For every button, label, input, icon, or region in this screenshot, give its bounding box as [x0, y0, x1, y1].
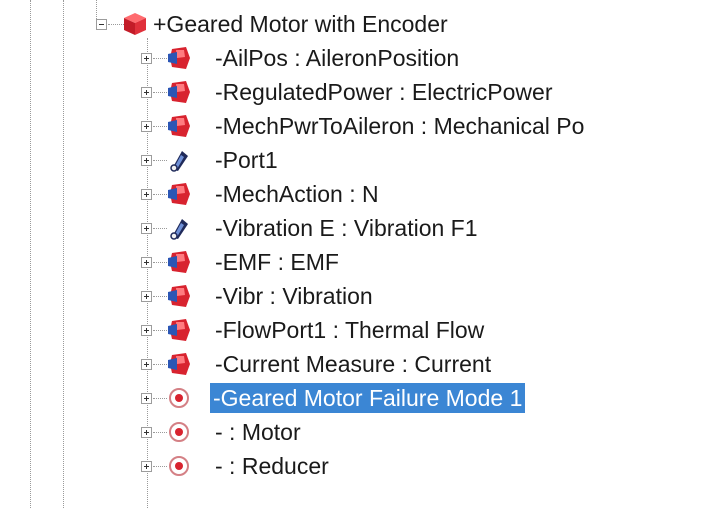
red-block-icon — [168, 285, 190, 307]
tree-connector — [153, 432, 167, 433]
tree-node[interactable]: - : Reducer — [0, 450, 708, 484]
tree-node[interactable]: - : Motor — [0, 416, 708, 450]
port-icon — [170, 219, 188, 240]
tree-node-label: -Vibr : Vibration — [215, 283, 373, 309]
tree-node[interactable]: -Current Measure : Current — [0, 348, 708, 382]
tree-connector — [153, 466, 167, 467]
expand-toggle[interactable] — [141, 87, 152, 98]
red-block-icon — [168, 353, 190, 375]
tree-node-label: -Current Measure : Current — [215, 351, 492, 377]
tree-node[interactable]: -Geared Motor Failure Mode 1 — [0, 382, 708, 416]
expand-toggle[interactable] — [141, 427, 152, 438]
red-block-icon — [168, 115, 190, 137]
tree-node[interactable]: -FlowPort1 : Thermal Flow — [0, 314, 708, 348]
expand-toggle[interactable] — [141, 223, 152, 234]
tree-node-label: - : Motor — [215, 419, 301, 445]
tree-node-label: -MechPwrToAileron : Mechanical Po — [215, 113, 585, 139]
tree-connector — [153, 364, 167, 365]
tree-node[interactable]: -AilPos : AileronPosition — [0, 42, 708, 76]
tree-node[interactable]: -Port1 — [0, 144, 708, 178]
failure-mode-icon — [169, 456, 189, 476]
red-block-icon — [168, 47, 190, 69]
red-block-icon — [124, 13, 146, 35]
expand-toggle[interactable] — [141, 257, 152, 268]
expand-toggle[interactable] — [141, 291, 152, 302]
model-tree: +Geared Motor with Encoder -AilPos : Ail… — [0, 0, 708, 508]
expand-toggle[interactable] — [141, 189, 152, 200]
expand-toggle[interactable] — [141, 461, 152, 472]
expand-toggle[interactable] — [141, 393, 152, 404]
tree-node-root[interactable]: +Geared Motor with Encoder — [0, 8, 708, 42]
tree-node[interactable]: -Vibration E : Vibration F1 — [0, 212, 708, 246]
failure-mode-icon — [169, 388, 189, 408]
tree-node-label: +Geared Motor with Encoder — [153, 11, 448, 37]
tree-connector — [153, 92, 167, 93]
tree-connector — [153, 160, 167, 161]
red-block-icon — [168, 81, 190, 103]
tree-node-label: - : Reducer — [215, 453, 329, 479]
tree-node-label: -Vibration E : Vibration F1 — [215, 215, 478, 241]
expand-toggle[interactable] — [141, 359, 152, 370]
tree-connector — [153, 330, 167, 331]
tree-node[interactable]: -Vibr : Vibration — [0, 280, 708, 314]
red-block-icon — [168, 183, 190, 205]
tree-connector — [153, 228, 167, 229]
tree-connector — [153, 58, 167, 59]
tree-node-label: -FlowPort1 : Thermal Flow — [215, 317, 485, 343]
tree-connector — [153, 296, 167, 297]
tree-node-label: -Port1 — [215, 147, 278, 173]
tree-node-label: -RegulatedPower : ElectricPower — [215, 79, 553, 105]
tree-node-label: -MechAction : N — [215, 181, 379, 207]
tree-connector — [153, 262, 167, 263]
tree-node-label: -EMF : EMF — [215, 249, 339, 275]
tree-connector — [153, 126, 167, 127]
tree-connector — [153, 194, 167, 195]
tree-node-label: -AilPos : AileronPosition — [215, 45, 460, 71]
tree-connector — [153, 398, 167, 399]
expand-toggle[interactable] — [141, 325, 152, 336]
tree-node[interactable]: -RegulatedPower : ElectricPower — [0, 76, 708, 110]
tree-node[interactable]: -MechAction : N — [0, 178, 708, 212]
expand-toggle[interactable] — [141, 121, 152, 132]
port-icon — [170, 151, 188, 172]
tree-node-label: -Geared Motor Failure Mode 1 — [210, 383, 526, 413]
red-block-icon — [168, 319, 190, 341]
failure-mode-icon — [169, 422, 189, 442]
tree-node[interactable]: -MechPwrToAileron : Mechanical Po — [0, 110, 708, 144]
collapse-toggle[interactable] — [96, 19, 107, 30]
tree-node[interactable]: -EMF : EMF — [0, 246, 708, 280]
expand-toggle[interactable] — [141, 155, 152, 166]
expand-toggle[interactable] — [141, 53, 152, 64]
red-block-icon — [168, 251, 190, 273]
